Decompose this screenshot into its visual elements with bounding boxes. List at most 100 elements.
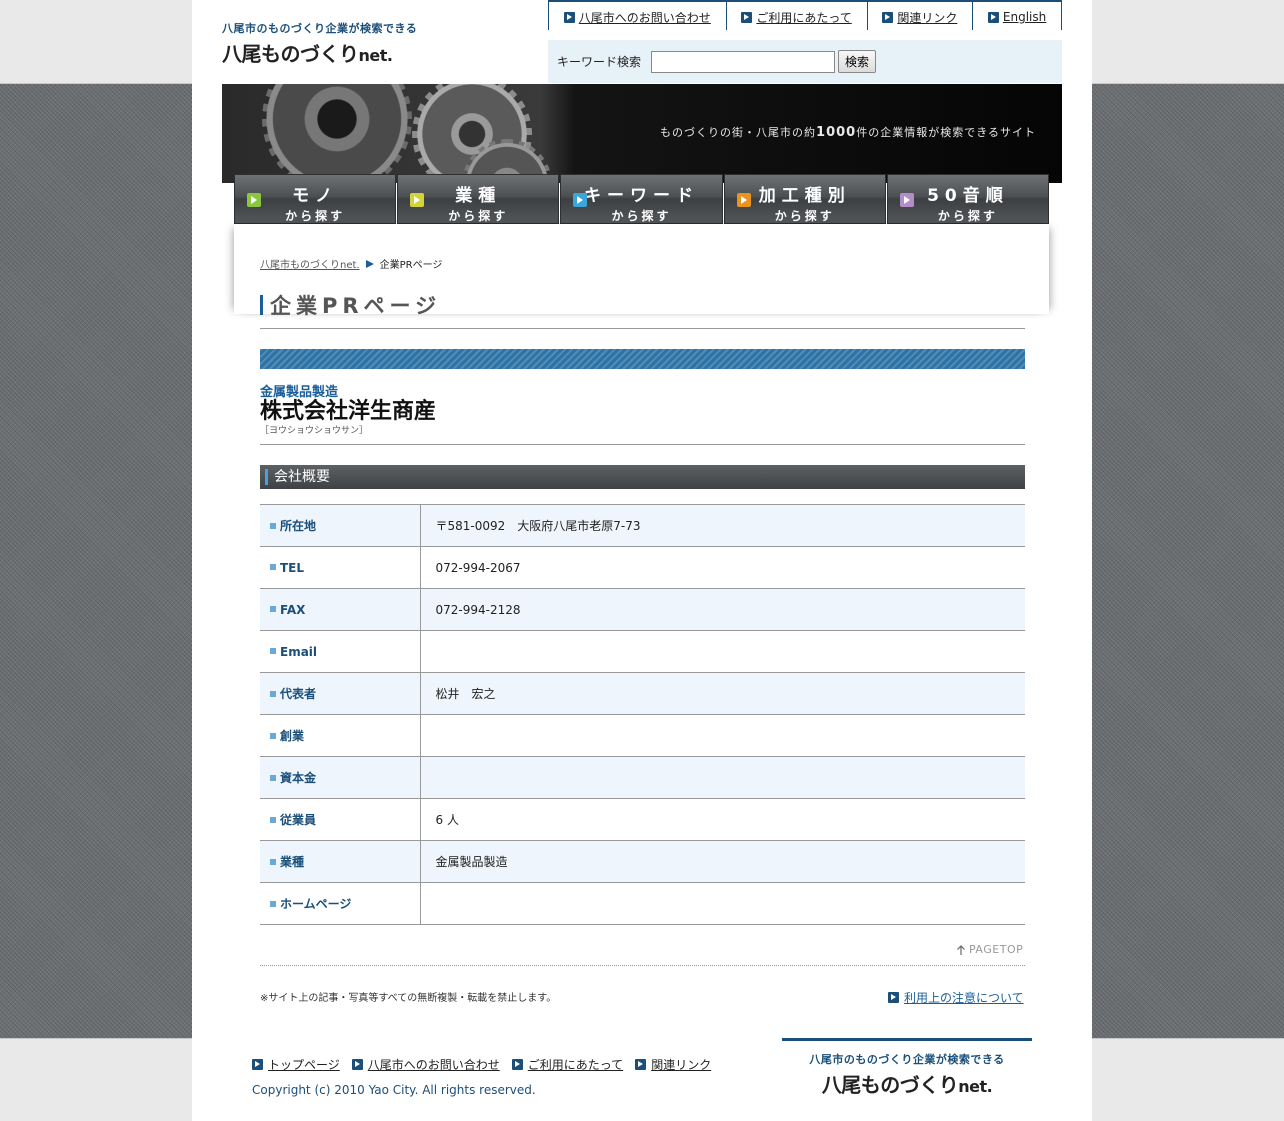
row-label: 所在地 <box>260 504 421 547</box>
page-title-block: 企業PRページ <box>260 292 1025 329</box>
company-info-table: 所在地 〒581-0092 大阪府八尾市老原7-73 TEL 072-994-206… <box>260 504 1025 925</box>
footer-top-label: トップページ <box>268 1058 340 1072</box>
footer-contact-label: 八尾市へのお問い合わせ <box>367 1058 500 1072</box>
row-label: 創業 <box>260 714 421 757</box>
footer-related-label: 関連リンク <box>651 1058 712 1072</box>
row-label-text: 従業員 <box>280 813 317 827</box>
category-keyword-sub: から探す <box>611 209 672 223</box>
terms-label: 利用上の注意について <box>904 991 1024 1005</box>
breadcrumb-home-link[interactable]: 八尾市ものづくりnet. <box>260 256 360 271</box>
row-label-text: 資本金 <box>280 771 317 785</box>
square-bullet-icon <box>270 774 276 781</box>
row-value <box>420 714 1025 757</box>
row-value <box>420 756 1025 799</box>
square-bullet-icon <box>270 522 276 529</box>
table-row: FAX 072-994-2128 <box>260 588 1025 631</box>
row-value: 072-994-2067 <box>420 546 1025 589</box>
table-row: 所在地 〒581-0092 大阪府八尾市老原7-73 <box>260 504 1025 547</box>
square-bullet-icon <box>270 816 276 823</box>
footer-nav: トップページ 八尾市へのお問い合わせ ご利用にあたって 関連リンク <box>252 1056 711 1073</box>
footer-related-link[interactable]: 関連リンク <box>635 1056 711 1073</box>
row-label: 業種 <box>260 840 421 883</box>
row-value <box>420 882 1025 925</box>
category-keyword-button[interactable]: キーワード から探す <box>560 174 723 224</box>
arrow-right-icon <box>635 1059 647 1070</box>
table-row: ホームページ <box>260 882 1025 925</box>
arrow-right-icon <box>899 193 914 207</box>
row-value: 6 人 <box>420 798 1025 841</box>
pagetop-label: PAGETOP <box>969 943 1024 956</box>
gear-image <box>262 84 412 183</box>
section-heading: 会社概要 <box>260 465 1025 489</box>
row-value: 松井 宏之 <box>420 672 1025 715</box>
arrow-right-icon <box>888 992 899 1003</box>
footer-logo-name-suffix: net. <box>958 1077 993 1096</box>
square-bullet-icon <box>270 690 276 697</box>
title-accent-bar <box>260 295 263 315</box>
search-button[interactable]: 検索 <box>838 50 877 73</box>
footer-logo-name: 八尾ものづくりnet. <box>782 1069 1032 1098</box>
logo-tagline: 八尾市のものづくり企業が検索できる <box>222 22 418 35</box>
category-kana-sub: から探す <box>937 209 998 223</box>
row-label: 代表者 <box>260 672 421 715</box>
company-header: 金属製品製造 株式会社洋生商産 ［ヨウショウショウサン］ <box>260 381 1025 445</box>
footer-usage-link[interactable]: ご利用にあたって <box>511 1056 623 1073</box>
row-label-text: 業種 <box>280 855 305 869</box>
arrow-right-icon <box>573 193 588 207</box>
arrow-right-icon <box>511 1059 523 1070</box>
footer-contact-link[interactable]: 八尾市へのお問い合わせ <box>351 1056 500 1073</box>
square-bullet-icon <box>270 648 276 654</box>
search-label: キーワード検索 <box>557 55 642 69</box>
site-logo[interactable]: 八尾市のものづくり企業が検索できる 八尾ものづくりnet. <box>222 20 417 67</box>
table-row: 従業員 6 人 <box>260 798 1025 841</box>
banner-text-before: ものづくりの街・八尾市の約 <box>660 126 817 139</box>
footer-logo[interactable]: 八尾市のものづくり企業が検索できる 八尾ものづくりnet. <box>782 1038 1032 1098</box>
arrow-right-icon <box>987 11 999 23</box>
category-process-button[interactable]: 加工種別 から探す <box>723 174 886 224</box>
row-label: FAX <box>260 588 421 631</box>
category-nav: モノ から探す 業種 から探す キーワード から探す 加工種別 から探す 50音順 から探… <box>234 174 1050 224</box>
arrow-right-icon <box>410 193 425 207</box>
banner-caption: ものづくりの街・八尾市の約1000件の企業情報が検索できるサイト <box>660 124 1036 140</box>
search-input[interactable] <box>651 50 836 73</box>
topnav-related-link[interactable]: 関連リンク <box>866 2 973 30</box>
row-label: 従業員 <box>260 798 421 841</box>
row-label-text: 代表者 <box>280 687 317 701</box>
table-row: 代表者 松井 宏之 <box>260 672 1025 715</box>
arrow-right-icon <box>741 11 753 23</box>
table-row: Email <box>260 630 1025 673</box>
footer-top-link[interactable]: トップページ <box>252 1056 340 1073</box>
copyright-note: ※サイト上の記事・写真等すべての無断複製・転載を禁止します。 <box>260 993 557 1004</box>
arrow-right-icon <box>882 11 894 23</box>
row-label-text: ホームページ <box>280 897 352 911</box>
square-bullet-icon <box>270 564 276 570</box>
topnav-usage-link[interactable]: ご利用にあたって <box>725 2 867 30</box>
row-label-text: Email <box>280 644 318 659</box>
decorative-stripe <box>260 349 1025 369</box>
category-process-sub: から探す <box>774 209 835 223</box>
breadcrumb: 八尾市ものづくりnet. 企業PRページ <box>260 256 442 271</box>
category-mono-button[interactable]: モノ から探す <box>234 174 397 224</box>
terms-link[interactable]: 利用上の注意について <box>888 989 1024 1006</box>
row-label-text: 創業 <box>280 729 305 743</box>
pagetop-link[interactable]: PAGETOP <box>956 943 1023 956</box>
category-kana-button[interactable]: 50音順 から探す <box>886 174 1050 224</box>
footer-logo-tagline: 八尾市のものづくり企業が検索できる <box>809 1053 1005 1066</box>
logo-name-suffix: net. <box>358 46 393 65</box>
topnav-english-label: English <box>1002 10 1047 24</box>
category-industry-button[interactable]: 業種 から探す <box>397 174 560 224</box>
topnav-contact-link[interactable]: 八尾市へのお問い合わせ <box>548 2 726 30</box>
table-row: 業種 金属製品製造 <box>260 840 1025 883</box>
topnav-english-link[interactable]: English <box>972 2 1063 30</box>
arrow-right-icon <box>563 11 575 23</box>
row-label: ホームページ <box>260 882 421 925</box>
square-bullet-icon <box>270 858 276 865</box>
row-value: 金属製品製造 <box>420 840 1025 883</box>
copyright-text: Copyright (c) 2010 Yao City. All rights … <box>252 1083 536 1097</box>
row-value: 072-994-2128 <box>420 588 1025 631</box>
arrow-right-icon <box>252 1059 263 1070</box>
logo-name-text: 八尾ものづくり <box>222 42 359 66</box>
arrow-up-icon <box>957 944 965 955</box>
row-label-text: TEL <box>280 560 305 575</box>
breadcrumb-separator-icon <box>365 259 374 268</box>
